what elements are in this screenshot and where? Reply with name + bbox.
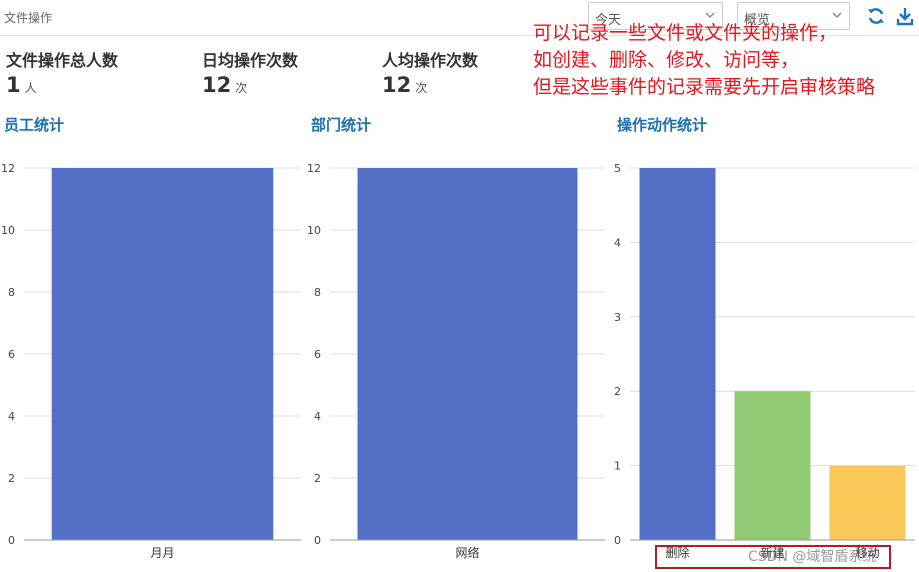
stat-number: 1 <box>6 73 21 97</box>
y-tick-label: 3 <box>614 311 621 324</box>
download-icon[interactable] <box>895 6 915 26</box>
bar <box>734 391 811 540</box>
y-tick-label: 4 <box>314 410 321 423</box>
stat-value: 12 次 <box>382 73 427 97</box>
y-tick-label: 5 <box>614 162 621 175</box>
y-tick-label: 10 <box>307 224 321 237</box>
annotation-text: 可以记录一些文件或文件夹的操作， 如创建、删除、修改、访问等， 但是这些事件的记… <box>533 20 875 101</box>
stat-label: 日均操作次数 <box>202 51 299 70</box>
y-tick-label: 2 <box>614 385 621 398</box>
y-tick-label: 6 <box>314 348 321 361</box>
action-chart: 012345删除 新建 移动 <box>614 162 915 560</box>
y-tick-label: 6 <box>8 348 15 361</box>
stat-value: 1人 <box>6 73 37 97</box>
watermark: CSDN @域智盾系统 <box>748 549 877 565</box>
y-tick-label: 8 <box>8 286 15 299</box>
y-tick-label: 4 <box>614 236 621 249</box>
x-tick-label: 月月 <box>150 546 174 560</box>
action-chart-title: 操作动作统计 <box>617 116 708 134</box>
x-tick-label: 网络 <box>455 545 479 560</box>
bar <box>829 465 906 540</box>
y-tick-label: 0 <box>614 534 621 547</box>
page-title: 文件操作 <box>4 11 53 25</box>
stat-value: 12 次 <box>202 73 247 97</box>
y-tick-label: 12 <box>307 162 321 175</box>
department-chart-title: 部门统计 <box>311 116 372 134</box>
bar <box>357 168 578 540</box>
stat-unit: 人 <box>24 81 37 95</box>
stat-label: 人均操作次数 <box>382 51 479 70</box>
y-tick-label: 1 <box>614 460 621 473</box>
y-tick-label: 8 <box>314 286 321 299</box>
stat-number: 12 <box>382 73 412 97</box>
stat-number: 12 <box>202 73 232 97</box>
stat-label: 文件操作总人数 <box>6 51 119 70</box>
annotation-line: 可以记录一些文件或文件夹的操作， <box>533 22 838 44</box>
annotation-line: 如创建、删除、修改、访问等， <box>533 49 800 71</box>
employee-chart-title: 员工统计 <box>4 116 65 134</box>
y-tick-label: 0 <box>8 534 15 547</box>
bar <box>51 168 274 540</box>
y-tick-label: 2 <box>314 472 321 485</box>
y-tick-label: 4 <box>8 410 15 423</box>
stat-unit: 次 <box>415 81 428 95</box>
y-tick-label: 10 <box>1 224 15 237</box>
y-tick-label: 0 <box>314 534 321 547</box>
y-tick-label: 2 <box>8 472 15 485</box>
y-tick-label: 12 <box>1 162 15 175</box>
bar <box>639 168 716 540</box>
annotation-line: 但是这些事件的记录需要先开启审核策略 <box>533 76 876 98</box>
department-chart: 0 2 4 6 8 10 12 网络 <box>307 162 605 560</box>
employee-chart: 0 2 4 6 8 10 12 月月 <box>1 162 301 560</box>
stat-unit: 次 <box>235 81 248 95</box>
